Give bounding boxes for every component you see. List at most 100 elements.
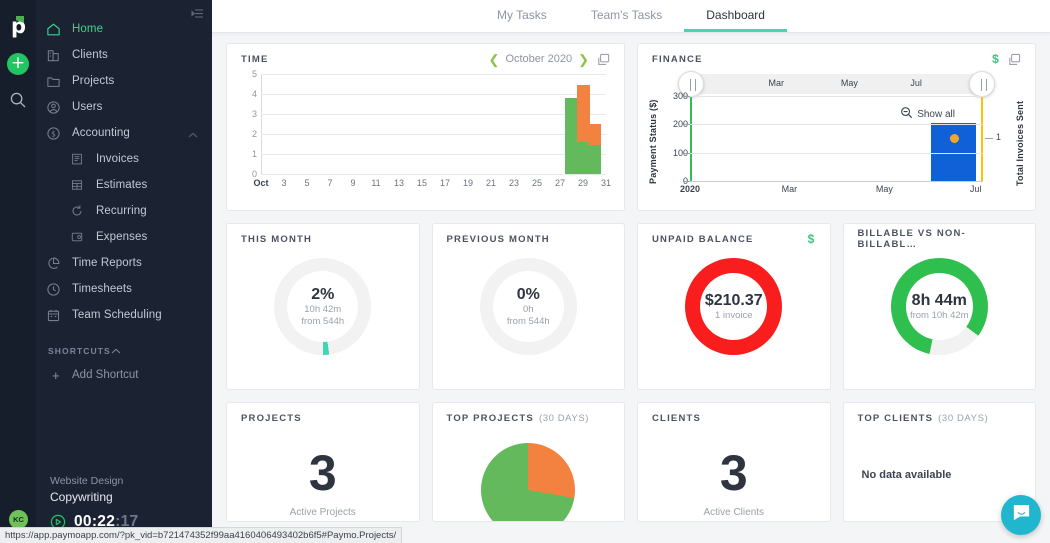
sidebar-item-label: Clients: [72, 49, 108, 61]
search-icon[interactable]: [9, 91, 27, 109]
sidebar-item-team-scheduling[interactable]: Team Scheduling: [36, 302, 212, 328]
billable-value: 8h 44m: [912, 292, 967, 310]
finance-x-tick-label: 2020: [680, 184, 700, 194]
layers-icon[interactable]: [597, 53, 610, 66]
shortcuts-section-header[interactable]: SHORTCUTS: [36, 340, 212, 362]
y-tick-label: 5: [252, 69, 257, 79]
billable-donut-wrap: 8h 44m from 10h 42m: [844, 258, 1036, 355]
sidebar-item-label: Projects: [72, 75, 114, 87]
x-tick-label: 11: [371, 178, 380, 188]
dashboard-row-1: TIME ❮ October 2020 ❯: [226, 43, 1036, 211]
tab-my-tasks[interactable]: My Tasks: [475, 0, 569, 32]
sidebar-item-invoices[interactable]: Invoices: [60, 146, 212, 172]
card-projects-title: PROJECTS: [241, 413, 302, 424]
unpaid-donut-wrap: $210.37 1 invoice: [638, 258, 830, 355]
card-clients-header: CLIENTS: [638, 403, 830, 433]
zoom-out-icon: [900, 106, 913, 122]
card-unpaid-balance: UNPAID BALANCE $ $210.37 1 invoice: [637, 223, 831, 390]
dashboard-row-3: PROJECTS 3 Active Projects TOP PROJECTS …: [226, 402, 1036, 522]
donut-hole: 2% 10h 42m from 544h: [287, 271, 358, 342]
dollar-icon[interactable]: $: [808, 232, 816, 246]
chevron-right-icon[interactable]: ❯: [578, 53, 589, 66]
clients-count-label: Active Clients: [638, 507, 830, 518]
tab-dashboard[interactable]: Dashboard: [684, 0, 787, 32]
wallet-icon: [70, 229, 92, 245]
gridline: [690, 153, 983, 154]
chevron-up-icon[interactable]: [111, 346, 121, 356]
tab-bar: My Tasks Team's Tasks Dashboard: [212, 0, 1050, 33]
x-tick-label: Oct: [253, 178, 268, 188]
user-circle-icon: [46, 99, 68, 115]
time-chart: 012345 Oct35791113151719212325272931: [241, 74, 610, 190]
gridline: [690, 124, 983, 125]
finance-scatter-point[interactable]: [950, 134, 959, 143]
sidebar-item-recurring[interactable]: Recurring: [60, 198, 212, 224]
time-bar[interactable]: [588, 124, 601, 174]
time-bar-segment-billable: [588, 145, 601, 174]
x-tick-label: 3: [281, 178, 286, 188]
tab-teams-tasks[interactable]: Team's Tasks: [569, 0, 684, 32]
month-navigator: ❮ October 2020 ❯: [489, 53, 589, 66]
finance-right-axis: [981, 96, 983, 181]
finance-slider-label: Mar: [769, 78, 785, 88]
card-time-header: TIME ❮ October 2020 ❯: [227, 44, 624, 74]
card-unpaid-balance-title: UNPAID BALANCE: [652, 234, 754, 245]
range-handle-right[interactable]: [969, 71, 995, 97]
layers-icon[interactable]: [1008, 53, 1021, 66]
sidebar-item-label: Expenses: [96, 231, 147, 243]
dashboard-row-2: THIS MONTH 2% 10h 42m from 544h: [226, 223, 1036, 390]
sidebar-item-estimates[interactable]: Estimates: [60, 172, 212, 198]
sidebar-item-label: Invoices: [96, 153, 139, 165]
timer-task-name: Copywriting: [50, 490, 202, 504]
card-time: TIME ❮ October 2020 ❯: [226, 43, 625, 211]
billable-line1: from 10h 42m: [910, 310, 969, 322]
x-tick-label: 21: [486, 178, 496, 188]
this-month-line2: from 544h: [301, 316, 344, 328]
x-tick-label: 15: [417, 178, 427, 188]
time-chart-x-axis: Oct35791113151719212325272931: [261, 178, 606, 192]
x-tick-label: 31: [601, 178, 611, 188]
sidebar-item-time-reports[interactable]: Time Reports: [36, 250, 212, 276]
paymo-logo[interactable]: p: [7, 14, 29, 38]
sidebar: Home Clients Projects Users: [36, 0, 212, 543]
previous-month-value: 0%: [517, 286, 540, 304]
chevron-left-icon[interactable]: ❮: [489, 53, 500, 66]
finance-y-tick-mark: [684, 153, 690, 154]
sidebar-item-users[interactable]: Users: [36, 94, 212, 120]
quick-add-button[interactable]: +: [7, 53, 29, 75]
sidebar-item-expenses[interactable]: Expenses: [60, 224, 212, 250]
show-all-label: Show all: [917, 109, 955, 120]
sidebar-item-home[interactable]: Home: [36, 16, 212, 42]
active-timer-widget: Website Design Copywriting 00:22:17: [50, 475, 202, 531]
sidebar-item-clients[interactable]: Clients: [36, 42, 212, 68]
pie-chart-icon: [46, 255, 68, 271]
finance-range-slider[interactable]: 20MarMayJulSep: [690, 74, 983, 94]
sidebar-item-projects[interactable]: Projects: [36, 68, 212, 94]
card-top-projects-suffix: (30 DAYS): [539, 413, 589, 424]
x-tick-label: 19: [463, 178, 473, 188]
add-shortcut-button[interactable]: + Add Shortcut: [36, 362, 212, 388]
card-top-clients-title: TOP CLIENTS: [858, 413, 934, 424]
card-time-title: TIME: [241, 54, 269, 65]
icon-rail: p + KC: [0, 0, 36, 543]
invoice-icon: [70, 151, 92, 167]
y-tick-label: 1: [252, 149, 257, 159]
sidebar-item-accounting[interactable]: $ Accounting: [36, 120, 212, 146]
finance-slider-label: Jul: [910, 78, 922, 88]
x-tick-label: 23: [509, 178, 519, 188]
chevron-up-icon[interactable]: [188, 129, 198, 141]
sidebar-item-label: Time Reports: [72, 257, 142, 269]
table-icon: [70, 177, 92, 193]
sidebar-nav: Home Clients Projects Users: [36, 0, 212, 388]
card-this-month-header: THIS MONTH: [227, 224, 419, 254]
intercom-launcher[interactable]: [1001, 495, 1041, 535]
top-projects-pie[interactable]: [481, 443, 575, 522]
card-clients: CLIENTS 3 Active Clients: [637, 402, 831, 522]
sidebar-item-timesheets[interactable]: Timesheets: [36, 276, 212, 302]
show-all-button[interactable]: Show all: [900, 106, 955, 122]
time-chart-bars: [261, 74, 606, 174]
dollar-icon[interactable]: $: [992, 52, 1000, 66]
unpaid-balance-line1: 1 invoice: [715, 310, 753, 322]
sidebar-item-label: Accounting: [72, 127, 130, 139]
unpaid-balance-value: $210.37: [705, 292, 763, 310]
